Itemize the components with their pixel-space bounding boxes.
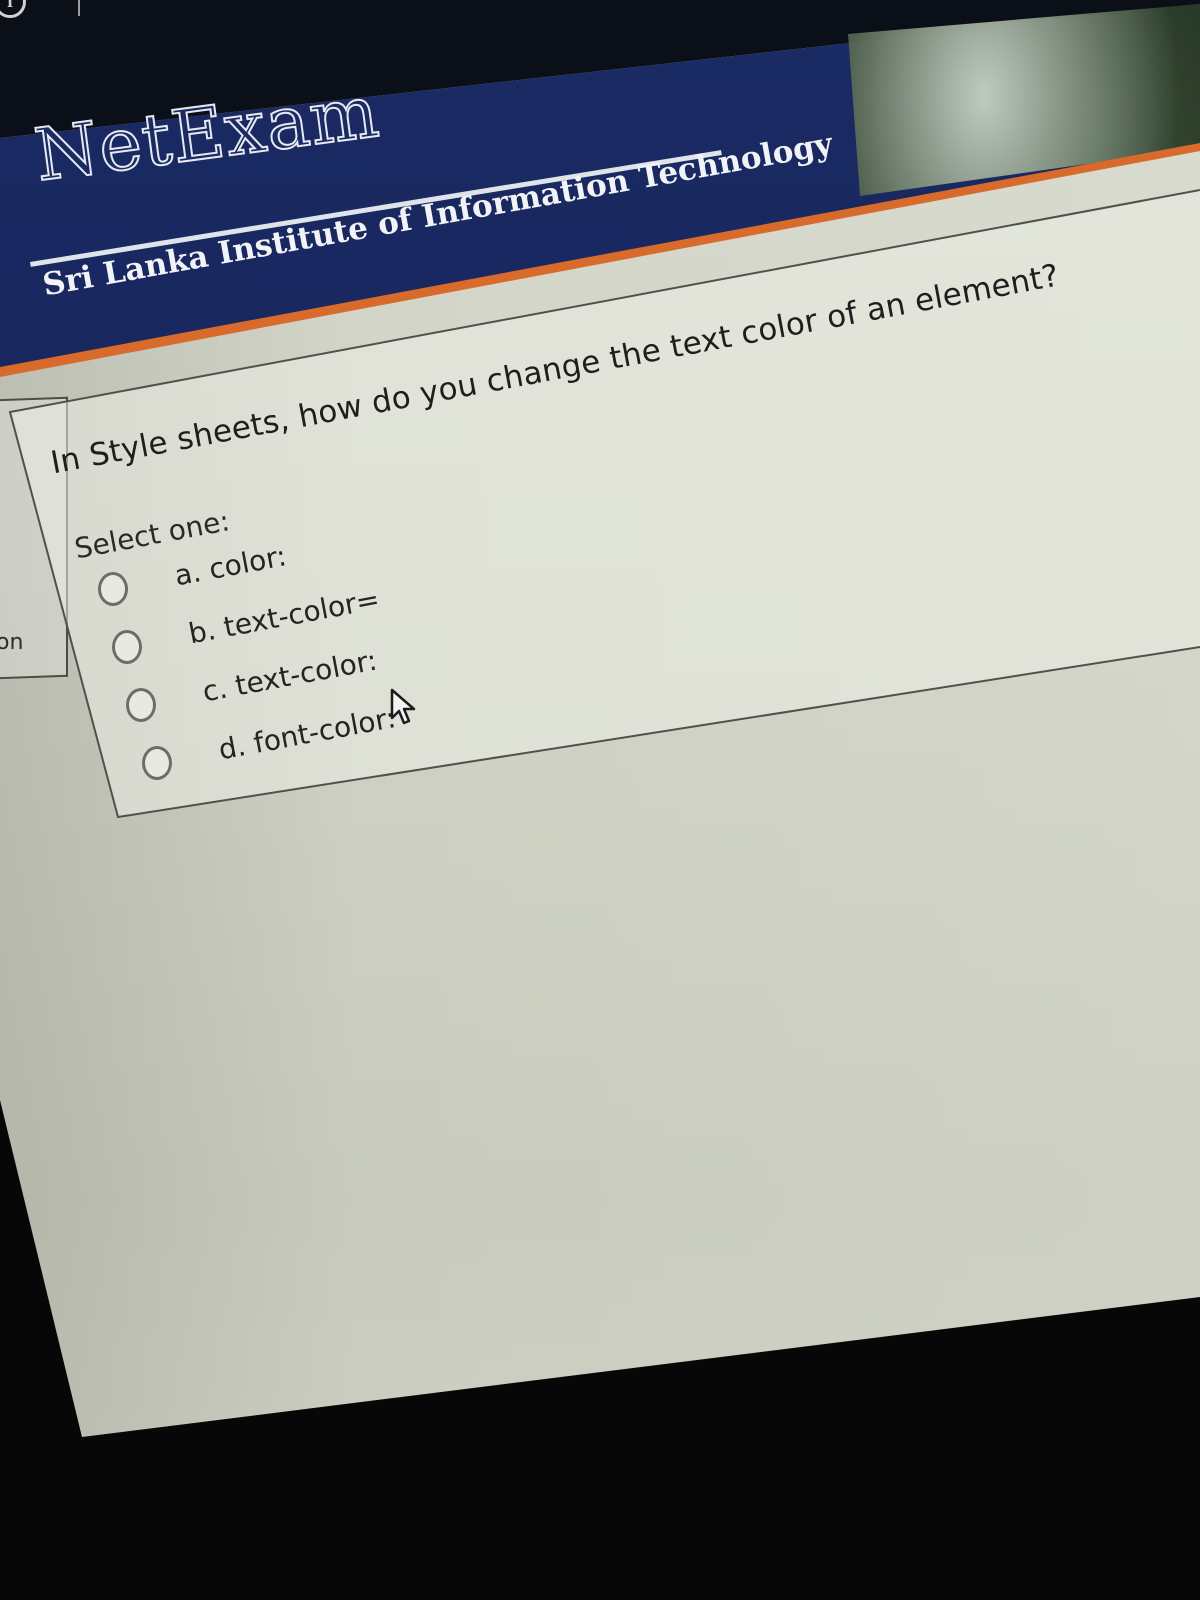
radio-button-b[interactable] [112, 630, 142, 664]
radio-button-c[interactable] [126, 688, 156, 722]
radio-button-d[interactable] [142, 746, 172, 780]
quiz-navigation-label: on [0, 630, 24, 655]
radio-button-a[interactable] [98, 572, 128, 606]
toolbar-separator [78, 0, 80, 16]
mouse-pointer-icon [390, 688, 416, 725]
